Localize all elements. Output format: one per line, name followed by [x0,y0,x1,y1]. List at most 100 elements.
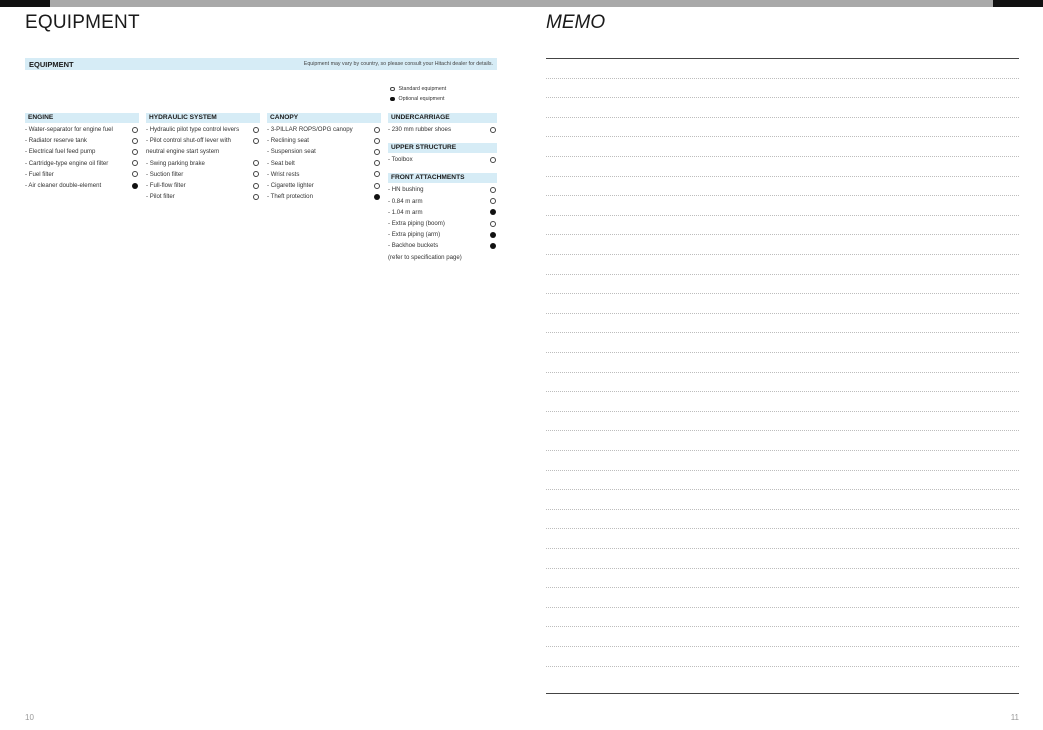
equipment-item: - 0.84 m arm [388,196,497,207]
memo-rule [546,214,1019,216]
page-number-right: 11 [1010,713,1019,722]
memo-rule [546,352,1019,353]
memo-rule [546,371,1019,373]
equipment-section: UNDERCARRIAGE - 230 mm rubber shoes [388,113,497,135]
legend-optional-label: Optional equipment [398,96,445,102]
open-circle-icon [253,160,259,167]
open-circle-icon [253,182,259,189]
equipment-item-label: - Theft protection [267,193,313,201]
equipment-item-label: - Pilot control shut-off lever with neut… [146,137,231,156]
equipment-item: - Hydraulic pilot type control levers [146,124,260,135]
page-number-left: 10 [25,713,34,722]
equipment-item: - Air cleaner double-element [25,180,139,191]
equipment-item: - Pilot filter [146,191,260,202]
memo-rule [546,430,1019,432]
open-circle-icon [490,126,496,133]
open-circle-icon [132,160,138,167]
memo-rule [546,234,1019,236]
equipment-item-label: - Seat belt [267,159,295,167]
memo-rule [546,254,1019,255]
equipment-item: - Suspension seat [267,146,381,157]
open-circle-icon [253,171,259,178]
open-circle-icon [132,171,138,178]
open-circle-icon [132,137,138,144]
equipment-item-label: - Extra piping (boom) [388,220,445,228]
equipment-item: - HN bushing [388,184,497,195]
memo-rule [546,548,1019,549]
memo-rule [546,116,1019,118]
equipment-item: - Fuel filter [25,169,139,180]
equipment-item-label: - 0.84 m arm [388,197,423,205]
section-heading: UNDERCARRIAGE [388,113,497,123]
legend-optional: Optional equipment [390,94,446,104]
section-heading: UPPER STRUCTURE [388,143,497,154]
equipment-item-label: - Extra piping (arm) [388,231,441,239]
memo-rule [546,77,1019,79]
section-heading: HYDRAULIC SYSTEM [146,113,260,123]
equipment-item-label: - Water-separator for engine fuel [25,126,113,133]
equipment-item-label: - Electrical fuel feed pump [25,148,96,156]
equipment-item: - Cigarette lighter [267,180,381,191]
memo-top-rule [546,58,1019,59]
top-bar [50,0,993,7]
open-circle-icon [490,198,496,205]
open-circle-icon [374,160,380,167]
memo-rule [546,646,1019,647]
equipment-item: - Extra piping (arm) [388,229,497,240]
equipment-item: - 230 mm rubber shoes [388,124,497,135]
equipment-item: - Toolbox [388,154,497,165]
equipment-item: - Cartridge-type engine oil filter [25,158,139,169]
equipment-item-label: - Cigarette lighter [267,182,314,190]
equipment-item-label: - 1.04 m arm [388,208,423,216]
banner-note: Equipment may vary by country, so please… [303,61,493,67]
open-circle-icon [253,126,259,133]
equipment-item-label: - 230 mm rubber shoes [388,126,451,133]
memo-rule [546,195,1019,197]
memo-rule [546,136,1019,138]
equipment-item-label: - Reclining seat [267,137,309,145]
equipment-section: FRONT ATTACHMENTS - HN bushing - 0.84 m ar… [388,173,497,262]
open-circle-icon [132,149,138,155]
open-circle-icon [253,193,259,200]
equipment-section: HYDRAULIC SYSTEM - Hydraulic pilot type c… [146,113,260,202]
memo-bottom-rule [546,693,1019,694]
equipment-item-label: - Backhoe buckets (refer to specificatio… [388,242,462,261]
open-circle-icon [490,187,496,193]
equipment-item: - Wrist rests [267,169,381,180]
memo-title: MEMO [546,12,606,33]
equipment-item: - 1.04 m arm [388,207,497,218]
filled-circle-icon [490,231,496,238]
open-circle-icon [253,137,259,144]
memo-rule [546,312,1019,314]
equipment-item-label: - HN bushing [388,186,424,194]
memo-rule [546,469,1019,471]
memo-rule [546,410,1019,412]
memo-rule [546,508,1019,510]
filled-circle-icon [390,96,395,102]
memo-rule [546,587,1019,589]
filled-circle-icon [490,243,496,250]
filled-circle-icon [132,182,138,189]
equipment-section: CANOPY - 3-PILLAR ROPS/OPG canopy - Reclin… [267,113,381,202]
memo-rule [546,332,1019,334]
memo-rule [546,626,1019,628]
banner-title: EQUIPMENT [29,59,74,69]
memo-rule [546,293,1019,295]
equipment-item: - Swing parking brake [146,158,260,169]
memo-rule [546,567,1019,569]
section-heading: ENGINE [25,113,139,123]
memo-rule [546,175,1019,177]
equipment-item-label: - Full-flow filter [146,182,186,190]
equipment-item: - 3-PILLAR ROPS/OPG canopy [267,124,381,135]
open-circle-icon [490,220,496,227]
memo-rule [546,273,1019,275]
open-circle-icon [374,149,380,155]
memo-rule [546,391,1019,393]
open-circle-icon [374,126,380,133]
open-circle-icon [374,137,380,144]
section-heading: CANOPY [267,113,381,123]
equipment-item-label: - Fuel filter [25,170,54,178]
filled-circle-icon [374,193,380,200]
equipment-column-hydraulic: HYDRAULIC SYSTEM - Hydraulic pilot type c… [146,113,260,210]
equipment-item: - Backhoe buckets (refer to specificatio… [388,240,497,262]
